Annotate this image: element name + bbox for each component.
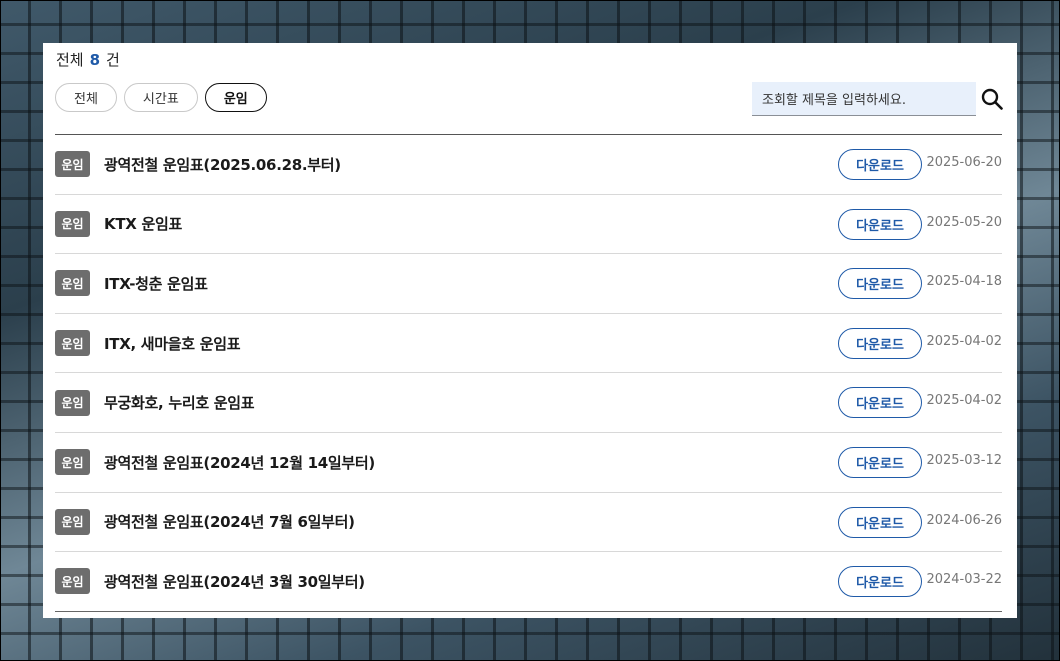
category-badge: 운임 (55, 508, 90, 535)
filter-fare-button[interactable]: 운임 (204, 83, 267, 112)
item-title[interactable]: 무궁화호, 누리호 운임표 (104, 392, 255, 413)
filter-timetable-button[interactable]: 시간표 (123, 83, 198, 112)
item-title[interactable]: 광역전철 운임표(2025.06.28.부터) (104, 154, 341, 175)
list-item: 운임 광역전철 운임표(2024년 3월 30일부터) 다운로드 2024-03… (55, 552, 1002, 612)
download-button[interactable]: 다운로드 (838, 149, 922, 180)
list-item: 운임 광역전철 운임표(2024년 7월 6일부터) 다운로드 2024-06-… (55, 493, 1002, 553)
total-count: 전체 8 건 (56, 49, 120, 70)
category-badge: 운임 (55, 330, 90, 357)
item-title[interactable]: KTX 운임표 (104, 213, 182, 234)
item-date: 2025-03-12 (926, 452, 1002, 468)
total-number: 8 (89, 51, 101, 69)
category-badge: 운임 (55, 568, 90, 595)
download-button[interactable]: 다운로드 (838, 387, 922, 419)
list-item: 운임 ITX, 새마을호 운임표 다운로드 2025-04-02 (55, 314, 1002, 374)
document-list: 운임 광역전철 운임표(2025.06.28.부터) 다운로드 2025-06-… (55, 135, 1002, 612)
download-button[interactable]: 다운로드 (838, 327, 922, 359)
filter-all-button[interactable]: 전체 (55, 83, 117, 112)
total-unit: 건 (106, 51, 120, 69)
item-date: 2025-04-02 (926, 393, 1002, 409)
item-date: 2025-06-20 (926, 155, 1002, 170)
download-button[interactable]: 다운로드 (838, 268, 922, 300)
item-title[interactable]: 광역전철 운임표(2024년 3월 30일부터) (104, 571, 365, 592)
list-item: 운임 ITX-청춘 운임표 다운로드 2025-04-18 (55, 254, 1002, 314)
item-title[interactable]: ITX, 새마을호 운임표 (104, 333, 241, 354)
item-title[interactable]: ITX-청춘 운임표 (104, 273, 208, 294)
download-button[interactable]: 다운로드 (838, 446, 922, 478)
total-label: 전체 (56, 51, 84, 69)
item-date: 2024-06-26 (926, 512, 1002, 528)
download-button[interactable]: 다운로드 (838, 506, 922, 538)
category-badge: 운임 (55, 449, 90, 476)
item-date: 2024-03-22 (926, 572, 1002, 588)
item-date: 2025-04-18 (926, 274, 1002, 290)
category-badge: 운임 (55, 210, 90, 237)
fare-list-panel: 전체 8 건 전체 시간표 운임 조회할 제목을 입력하세요. 운임 광역전철 … (43, 43, 1017, 618)
item-title[interactable]: 광역전철 운임표(2024년 12월 14일부터) (104, 452, 375, 473)
list-item: 운임 광역전철 운임표(2024년 12월 14일부터) 다운로드 2025-0… (55, 433, 1002, 493)
category-badge: 운임 (55, 389, 90, 416)
search-icon[interactable] (981, 88, 1003, 110)
item-title[interactable]: 광역전철 운임표(2024년 7월 6일부터) (104, 511, 355, 532)
download-button[interactable]: 다운로드 (838, 208, 922, 240)
list-item: 운임 KTX 운임표 다운로드 2025-05-20 (55, 195, 1002, 255)
item-date: 2025-05-20 (926, 214, 1002, 230)
list-item: 운임 광역전철 운임표(2025.06.28.부터) 다운로드 2025-06-… (55, 135, 1002, 195)
category-badge: 운임 (55, 151, 90, 178)
category-badge: 운임 (55, 270, 90, 297)
search-input[interactable]: 조회할 제목을 입력하세요. (752, 82, 976, 116)
item-date: 2025-04-02 (926, 333, 1002, 349)
download-button[interactable]: 다운로드 (838, 566, 922, 598)
list-item: 운임 무궁화호, 누리호 운임표 다운로드 2025-04-02 (55, 373, 1002, 433)
category-filter: 전체 시간표 운임 (55, 83, 267, 112)
